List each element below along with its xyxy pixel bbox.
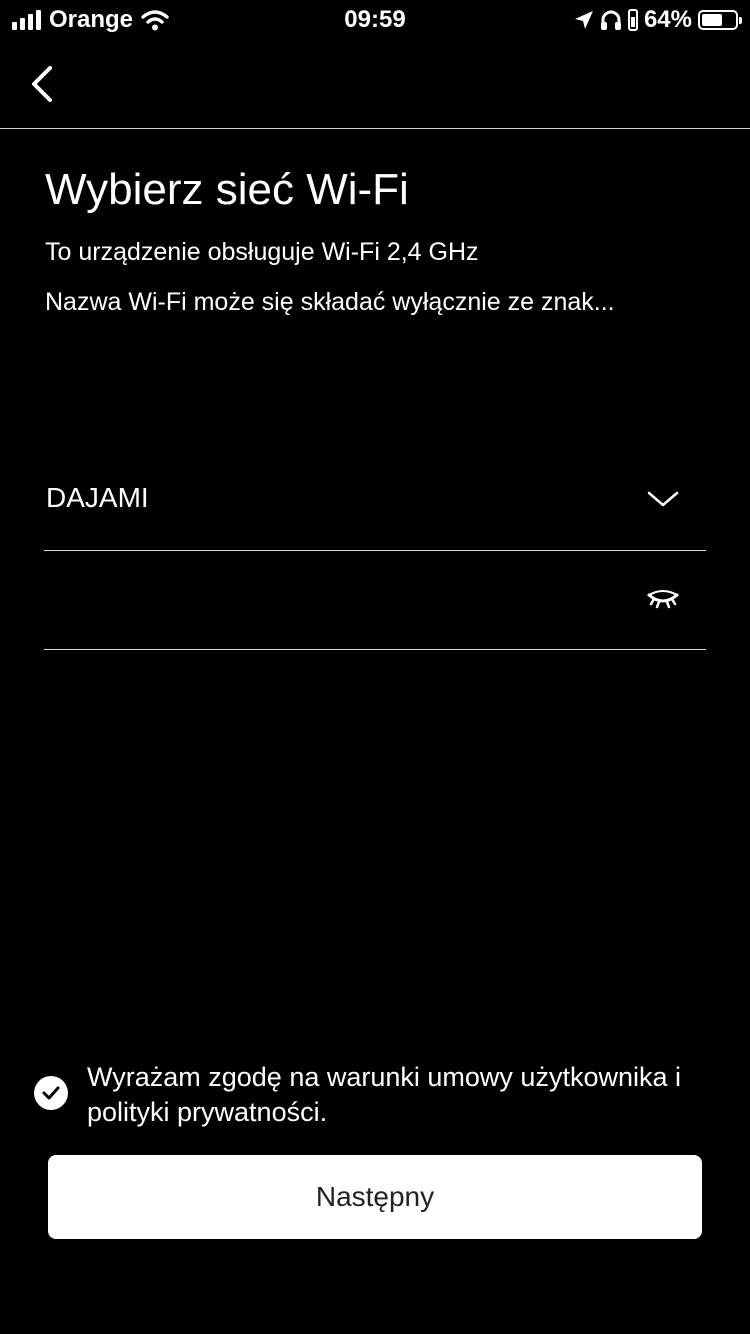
next-button[interactable]: Następny xyxy=(48,1155,702,1239)
network-select[interactable]: DAJAMI xyxy=(44,452,706,551)
status-bar: Orange 09:59 64% xyxy=(0,0,750,40)
battery-percent: 64% xyxy=(643,6,692,33)
check-icon[interactable] xyxy=(34,1076,68,1110)
page-title: Wybierz sieć Wi-Fi xyxy=(45,165,409,214)
chevron-down-icon xyxy=(647,491,679,507)
subtitle-name-rules: Nazwa Wi-Fi może się składać wyłącznie z… xyxy=(45,288,615,316)
nav-bar xyxy=(0,40,750,129)
chevron-left-icon xyxy=(32,66,52,102)
subtitle-frequency: To urządzenie obsługuje Wi-Fi 2,4 GHz xyxy=(45,238,479,266)
network-name: DAJAMI xyxy=(46,482,149,513)
consent-text: Wyrażam zgodę na warunki umowy użytkowni… xyxy=(87,1062,681,1127)
battery-icon xyxy=(698,10,742,30)
eye-closed-icon[interactable] xyxy=(646,589,680,611)
back-button[interactable] xyxy=(24,60,64,108)
orientation-lock-icon xyxy=(627,9,638,31)
password-field[interactable] xyxy=(44,551,706,650)
location-arrow-icon xyxy=(574,11,593,29)
headphones-icon xyxy=(600,10,621,30)
status-right: 64% xyxy=(574,6,742,34)
battery-fill xyxy=(702,14,723,26)
